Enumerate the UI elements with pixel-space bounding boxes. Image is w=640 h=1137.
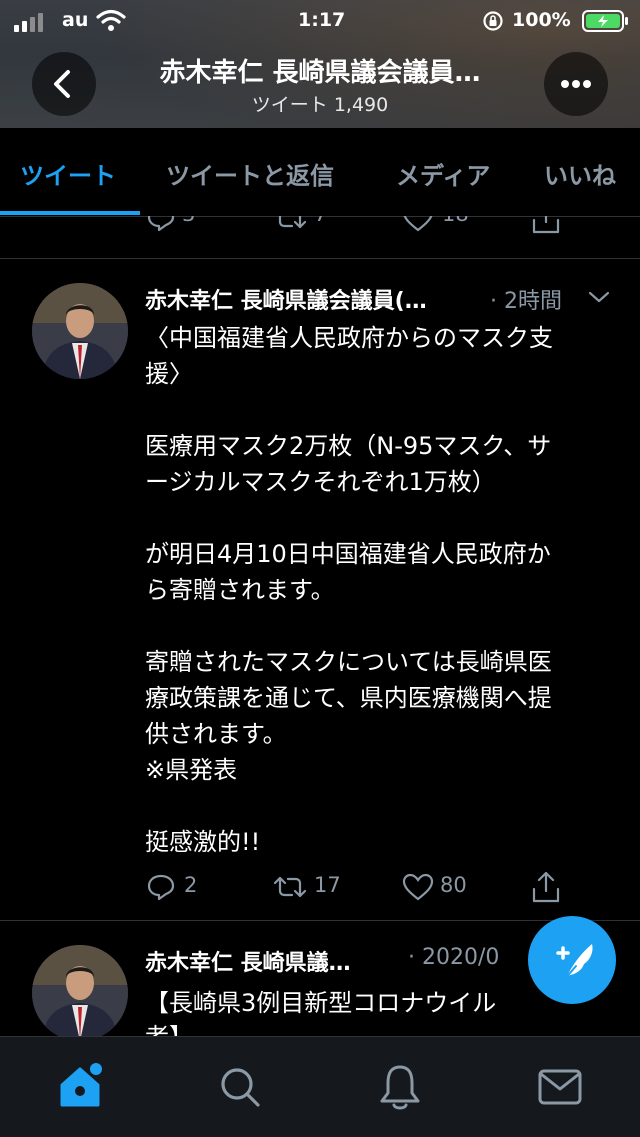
chevron-down-icon [588,291,610,303]
battery-percent: 100% [512,9,571,31]
nav-home[interactable] [56,1061,108,1113]
battery-icon [582,10,630,32]
retweet-icon [273,876,307,898]
like-button[interactable]: 80 [402,867,502,907]
tweet-count: ツイート 1,490 [251,94,389,116]
reply-icon [147,216,175,232]
tweet-author[interactable]: 赤木幸仁 長崎県議… [145,945,351,977]
retweet-icon [278,216,307,229]
share-icon [532,216,560,234]
reply-button[interactable]: 2 [146,867,216,907]
search-icon [221,1068,260,1107]
nav-messages[interactable] [536,1065,584,1109]
tweet-text-line: 【長崎県3例目新型コロナウイル [145,989,497,1017]
feed: 3 7 18 [0,216,640,1036]
tweet-time: · 2020/0 [408,945,500,970]
share-icon [532,871,560,903]
profile-header: au 1:17 100% 赤木幸仁 長崎県議会議員… ツイート 1,490 [0,0,640,128]
tweet-text-line: 医療用マスク2万枚（N-95マスク、サ [145,432,552,460]
nav-notifications[interactable] [376,1061,424,1113]
tweet-time: · 2時間 [490,289,562,314]
compose-icon [556,944,593,981]
tweet-text-line: が明日4月10日中国福建省人民政府か [145,540,551,568]
share-button[interactable] [530,216,562,236]
bottom-tab-bar [0,1036,640,1137]
tweet-text-line: 供されます。 [145,720,287,748]
like-icon [403,216,433,232]
retweet-button[interactable]: 17 [272,867,372,907]
like-button[interactable]: 18 [402,216,482,236]
tweet-author[interactable]: 赤木幸仁 長崎県議会議員(… [145,283,427,315]
tweet-text-line: 寄贈されたマスクについては長崎県医 [145,648,552,676]
share-button[interactable] [530,869,562,905]
previous-tweet-actions: 3 7 18 [0,216,640,240]
compose-tweet-button[interactable] [528,916,616,1004]
rotation-lock-icon [482,10,504,32]
tweet-text-line: 援〉 [145,360,193,388]
tab-tweets-and-replies[interactable]: ツイートと返信 [166,156,334,191]
more-icon [561,80,591,88]
home-icon [60,1063,102,1107]
notifications-icon [380,1065,420,1110]
signal-icon [14,12,50,32]
tweet-text-line: ※県発表 [145,756,238,784]
back-icon [54,70,70,98]
tab-likes[interactable]: いいね [544,156,616,191]
tweet-actions: 2 17 80 [0,867,640,911]
messages-icon [538,1069,582,1105]
back-button[interactable] [32,52,96,116]
nav-search[interactable] [216,1063,264,1111]
tweet-card[interactable]: 赤木幸仁 長崎県議会議員(… · 2時間 〈中国福建省人民政府からのマスク支 援… [0,259,640,919]
reply-button[interactable]: 3 [146,216,216,236]
more-button[interactable] [544,52,608,116]
retweet-count: 17 [314,873,341,897]
retweet-count: 7 [314,216,327,226]
active-tab-indicator [0,211,140,215]
profile-name: 赤木幸仁 長崎県議会議員… [159,58,481,88]
tweet-text-line: 〈中国福建省人民政府からのマスク支 [145,324,553,352]
avatar[interactable] [32,945,128,1036]
tab-tweets[interactable]: ツイート [20,156,116,191]
carrier-label: au [62,9,89,31]
tweet-text-line: ージカルマスクそれぞれ1万枚） [145,468,496,496]
tweet-text-line: ら寄贈されます。 [145,576,335,604]
tab-media[interactable]: メディア [396,156,490,191]
like-icon [402,873,434,901]
avatar[interactable] [32,283,128,379]
tweet-text-line: 療政策課を通じて、県内医療機関へ提 [145,684,552,712]
reply-count: 2 [184,873,198,897]
clock: 1:17 [298,9,346,31]
reply-count: 3 [182,216,195,226]
like-count: 18 [442,216,469,226]
reply-icon [147,874,175,901]
like-count: 80 [440,873,467,897]
retweet-button[interactable]: 7 [272,216,352,236]
tweet-menu-button[interactable] [584,285,614,309]
wifi-icon [96,9,126,33]
tweet-text-line: 挺感激的!! [145,828,261,856]
tweet-text-line: 者】 [145,1017,193,1036]
